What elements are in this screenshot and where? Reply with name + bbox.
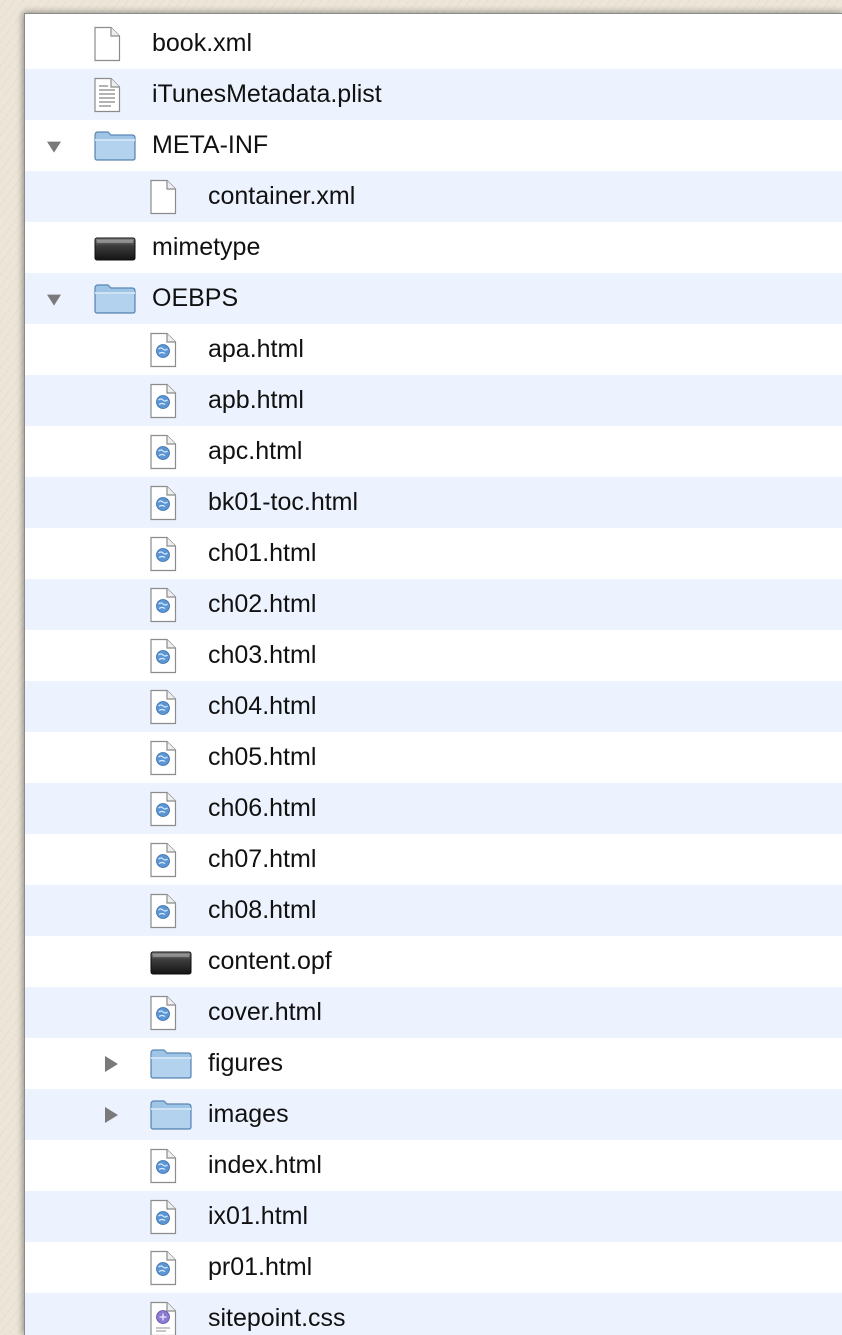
executable-file-icon bbox=[149, 946, 193, 978]
list-item-sitepoint-css[interactable]: sitepoint.css bbox=[25, 1293, 842, 1335]
list-item-ch06-html[interactable]: ch06.html bbox=[25, 783, 842, 834]
file-name: ch07.html bbox=[208, 834, 316, 885]
file-name: iTunesMetadata.plist bbox=[152, 69, 382, 120]
folder-icon bbox=[149, 1099, 193, 1131]
html-document-icon bbox=[149, 1148, 177, 1184]
list-item-apa-html[interactable]: apa.html bbox=[25, 324, 842, 375]
file-name: cover.html bbox=[208, 987, 322, 1038]
file-name: index.html bbox=[208, 1140, 322, 1191]
html-document-icon bbox=[149, 842, 177, 878]
list-item-ch04-html[interactable]: ch04.html bbox=[25, 681, 842, 732]
html-document-icon bbox=[149, 434, 177, 470]
disclosure-triangle-expanded-icon[interactable] bbox=[47, 294, 61, 305]
html-document-icon bbox=[149, 791, 177, 827]
list-item-meta-inf[interactable]: META-INF bbox=[25, 120, 842, 171]
disclosure-triangle-collapsed-icon[interactable] bbox=[105, 1056, 118, 1072]
html-document-icon bbox=[149, 383, 177, 419]
file-name: bk01-toc.html bbox=[208, 477, 358, 528]
folder-icon bbox=[149, 1048, 193, 1080]
list-item-ch01-html[interactable]: ch01.html bbox=[25, 528, 842, 579]
css-document-icon bbox=[149, 1301, 177, 1335]
list-item-ch03-html[interactable]: ch03.html bbox=[25, 630, 842, 681]
list-item-pr01-html[interactable]: pr01.html bbox=[25, 1242, 842, 1293]
file-name: ch03.html bbox=[208, 630, 316, 681]
text-document-icon bbox=[93, 77, 121, 113]
html-document-icon bbox=[149, 332, 177, 368]
blank-document-icon bbox=[149, 179, 177, 215]
file-name: ch05.html bbox=[208, 732, 316, 783]
list-item-cover-html[interactable]: cover.html bbox=[25, 987, 842, 1038]
html-document-icon bbox=[149, 1250, 177, 1286]
html-document-icon bbox=[149, 587, 177, 623]
html-document-icon bbox=[149, 638, 177, 674]
file-name: ch02.html bbox=[208, 579, 316, 630]
list-item-index-html[interactable]: index.html bbox=[25, 1140, 842, 1191]
list-item-ix01-html[interactable]: ix01.html bbox=[25, 1191, 842, 1242]
html-document-icon bbox=[149, 893, 177, 929]
file-name: content.opf bbox=[208, 936, 332, 987]
list-item-apc-html[interactable]: apc.html bbox=[25, 426, 842, 477]
file-list-panel: book.xml iTunesMetadata.plist META-INF c… bbox=[24, 13, 842, 1335]
blank-document-icon bbox=[93, 26, 121, 62]
list-item-figures[interactable]: figures bbox=[25, 1038, 842, 1089]
executable-file-icon bbox=[93, 232, 137, 264]
html-document-icon bbox=[149, 485, 177, 521]
html-document-icon bbox=[149, 689, 177, 725]
folder-name: OEBPS bbox=[152, 273, 238, 324]
file-name: ch08.html bbox=[208, 885, 316, 936]
file-name: book.xml bbox=[152, 18, 252, 69]
list-item-ch05-html[interactable]: ch05.html bbox=[25, 732, 842, 783]
folder-name: figures bbox=[208, 1038, 283, 1089]
list-item-itunesmetadata-plist[interactable]: iTunesMetadata.plist bbox=[25, 69, 842, 120]
html-document-icon bbox=[149, 995, 177, 1031]
html-document-icon bbox=[149, 740, 177, 776]
file-name: apb.html bbox=[208, 375, 304, 426]
list-item-oebps[interactable]: OEBPS bbox=[25, 273, 842, 324]
folder-icon bbox=[93, 130, 137, 162]
folder-name: META-INF bbox=[152, 120, 268, 171]
list-item-mimetype[interactable]: mimetype bbox=[25, 222, 842, 273]
disclosure-triangle-collapsed-icon[interactable] bbox=[105, 1107, 118, 1123]
file-list: book.xml iTunesMetadata.plist META-INF c… bbox=[25, 18, 842, 1335]
folder-icon bbox=[93, 283, 137, 315]
file-name: pr01.html bbox=[208, 1242, 312, 1293]
html-document-icon bbox=[149, 536, 177, 572]
file-name: ix01.html bbox=[208, 1191, 308, 1242]
list-item-ch02-html[interactable]: ch02.html bbox=[25, 579, 842, 630]
list-item-content-opf[interactable]: content.opf bbox=[25, 936, 842, 987]
file-name: ch04.html bbox=[208, 681, 316, 732]
file-name: sitepoint.css bbox=[208, 1293, 346, 1335]
list-item-ch08-html[interactable]: ch08.html bbox=[25, 885, 842, 936]
list-item-bk01-toc-html[interactable]: bk01-toc.html bbox=[25, 477, 842, 528]
html-document-icon bbox=[149, 1199, 177, 1235]
file-name: mimetype bbox=[152, 222, 260, 273]
file-name: apa.html bbox=[208, 324, 304, 375]
list-item-book-xml[interactable]: book.xml bbox=[25, 18, 842, 69]
file-name: ch01.html bbox=[208, 528, 316, 579]
list-item-ch07-html[interactable]: ch07.html bbox=[25, 834, 842, 885]
file-name: ch06.html bbox=[208, 783, 316, 834]
disclosure-triangle-expanded-icon[interactable] bbox=[47, 141, 61, 152]
file-name: container.xml bbox=[208, 171, 355, 222]
list-item-images[interactable]: images bbox=[25, 1089, 842, 1140]
file-name: apc.html bbox=[208, 426, 302, 477]
list-item-apb-html[interactable]: apb.html bbox=[25, 375, 842, 426]
folder-name: images bbox=[208, 1089, 289, 1140]
list-item-container-xml[interactable]: container.xml bbox=[25, 171, 842, 222]
